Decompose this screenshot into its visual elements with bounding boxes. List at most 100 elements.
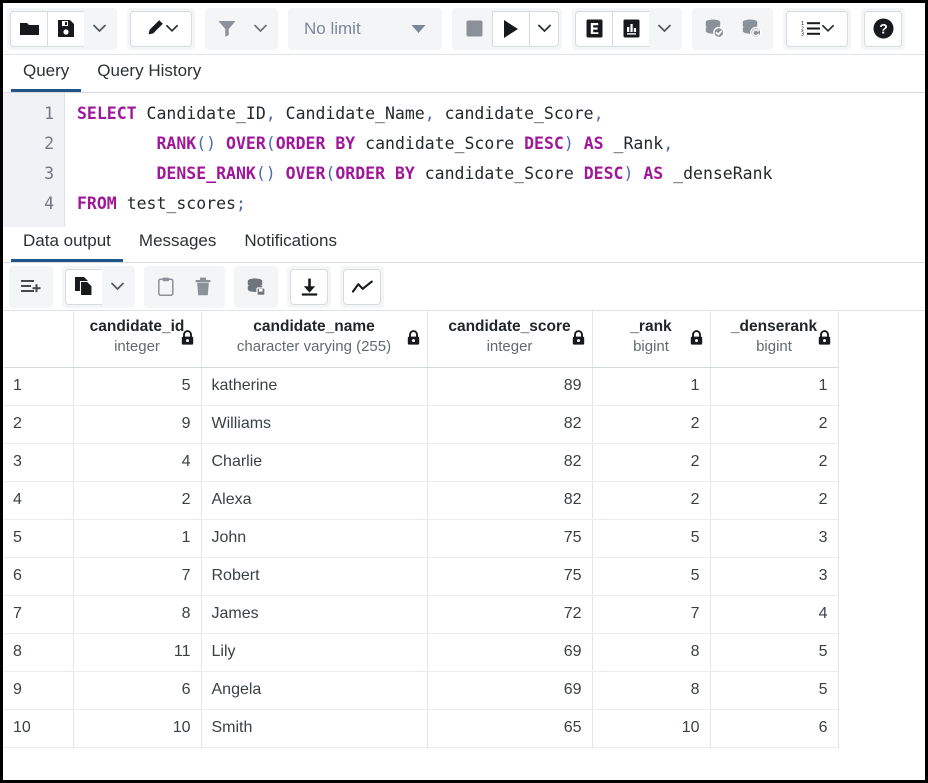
cell-_denserank[interactable]: 2 xyxy=(710,405,838,443)
save-options-dropdown[interactable] xyxy=(84,11,114,47)
cell-candidate_id[interactable]: 8 xyxy=(73,595,201,633)
cell-candidate_name[interactable]: Peter xyxy=(201,747,427,749)
cell-candidate_name[interactable]: John xyxy=(201,519,427,557)
execute-options-dropdown[interactable] xyxy=(529,11,559,47)
column-header-_rank[interactable]: _rankbigint xyxy=(592,311,710,367)
cell-_rank[interactable]: 5 xyxy=(592,519,710,557)
explain-options-dropdown[interactable] xyxy=(649,11,679,47)
row-number-header[interactable] xyxy=(3,311,73,367)
cell-candidate_name[interactable]: Robert xyxy=(201,557,427,595)
row-number-cell[interactable]: 3 xyxy=(3,443,73,481)
column-header-_denserank[interactable]: _denserankbigint xyxy=(710,311,838,367)
cell-candidate_id[interactable]: 2 xyxy=(73,481,201,519)
cell-_denserank[interactable]: 5 xyxy=(710,671,838,709)
cell-_rank[interactable]: 2 xyxy=(592,481,710,519)
row-number-cell[interactable]: 11 xyxy=(3,747,73,749)
cell-_rank[interactable]: 11 xyxy=(592,747,710,749)
delete-row-button[interactable] xyxy=(184,269,222,305)
cell-_denserank[interactable]: 5 xyxy=(710,633,838,671)
rollback-button[interactable] xyxy=(732,11,770,47)
row-number-cell[interactable]: 1 xyxy=(3,367,73,405)
cell-_rank[interactable]: 5 xyxy=(592,557,710,595)
tab-data-output[interactable]: Data output xyxy=(11,225,123,262)
cell-candidate_score[interactable]: 69 xyxy=(427,633,592,671)
cell-candidate_score[interactable]: 75 xyxy=(427,557,592,595)
cell-candidate_name[interactable]: Angela xyxy=(201,671,427,709)
cell-_rank[interactable]: 2 xyxy=(592,443,710,481)
cell-candidate_id[interactable]: 3 xyxy=(73,747,201,749)
tab-query-history[interactable]: Query History xyxy=(85,55,213,92)
tab-query[interactable]: Query xyxy=(11,55,81,92)
cell-_rank[interactable]: 7 xyxy=(592,595,710,633)
table-row[interactable]: 67Robert7553 xyxy=(3,557,838,595)
cell-candidate_id[interactable]: 9 xyxy=(73,405,201,443)
cell-candidate_id[interactable]: 10 xyxy=(73,709,201,747)
cell-candidate_score[interactable]: 82 xyxy=(427,443,592,481)
download-csv-button[interactable] xyxy=(290,269,328,305)
cell-candidate_name[interactable]: Smith xyxy=(201,709,427,747)
edit-button[interactable] xyxy=(130,11,192,47)
table-row[interactable]: 29Williams8222 xyxy=(3,405,838,443)
result-grid-container[interactable]: candidate_idintegercandidate_namecharact… xyxy=(3,311,925,749)
filter-options-dropdown[interactable] xyxy=(245,11,275,47)
tab-notifications[interactable]: Notifications xyxy=(232,225,349,262)
cell-candidate_score[interactable]: 82 xyxy=(427,481,592,519)
cell-_denserank[interactable]: 7 xyxy=(710,747,838,749)
open-file-button[interactable] xyxy=(10,11,48,47)
cell-candidate_score[interactable]: 89 xyxy=(427,367,592,405)
table-row[interactable]: 15katherine8911 xyxy=(3,367,838,405)
cell-candidate_id[interactable]: 1 xyxy=(73,519,201,557)
column-header-candidate_score[interactable]: candidate_scoreinteger xyxy=(427,311,592,367)
cell-candidate_name[interactable]: Williams xyxy=(201,405,427,443)
row-number-cell[interactable]: 10 xyxy=(3,709,73,747)
execute-query-button[interactable] xyxy=(492,11,530,47)
cell-_denserank[interactable]: 3 xyxy=(710,519,838,557)
tab-messages[interactable]: Messages xyxy=(127,225,228,262)
copy-options-dropdown[interactable] xyxy=(102,269,132,305)
row-number-cell[interactable]: 2 xyxy=(3,405,73,443)
cell-_denserank[interactable]: 2 xyxy=(710,481,838,519)
table-row[interactable]: 1010Smith65106 xyxy=(3,709,838,747)
table-row[interactable]: 42Alexa8222 xyxy=(3,481,838,519)
cell-_denserank[interactable]: 3 xyxy=(710,557,838,595)
sql-code-area[interactable]: SELECT Candidate_ID, Candidate_Name, can… xyxy=(65,93,925,227)
cell-_rank[interactable]: 10 xyxy=(592,709,710,747)
cell-candidate_score[interactable]: 82 xyxy=(427,405,592,443)
cell-_rank[interactable]: 8 xyxy=(592,633,710,671)
table-row[interactable]: 113Peter64117 xyxy=(3,747,838,749)
table-row[interactable]: 811Lily6985 xyxy=(3,633,838,671)
column-header-candidate_name[interactable]: candidate_namecharacter varying (255) xyxy=(201,311,427,367)
row-number-cell[interactable]: 8 xyxy=(3,633,73,671)
cell-candidate_name[interactable]: James xyxy=(201,595,427,633)
table-row[interactable]: 78James7274 xyxy=(3,595,838,633)
cell-_denserank[interactable]: 2 xyxy=(710,443,838,481)
save-data-changes-button[interactable] xyxy=(237,269,275,305)
cell-candidate_id[interactable]: 11 xyxy=(73,633,201,671)
graph-visualiser-button[interactable] xyxy=(343,269,381,305)
cell-candidate_id[interactable]: 6 xyxy=(73,671,201,709)
explain-analyze-button[interactable] xyxy=(612,11,650,47)
row-number-cell[interactable]: 4 xyxy=(3,481,73,519)
cell-candidate_score[interactable]: 64 xyxy=(427,747,592,749)
cell-candidate_id[interactable]: 7 xyxy=(73,557,201,595)
explain-button[interactable] xyxy=(575,11,613,47)
save-file-button[interactable] xyxy=(47,11,85,47)
add-row-button[interactable] xyxy=(12,269,50,305)
row-number-cell[interactable]: 9 xyxy=(3,671,73,709)
cell-_denserank[interactable]: 1 xyxy=(710,367,838,405)
table-row[interactable]: 51John7553 xyxy=(3,519,838,557)
cell-candidate_score[interactable]: 69 xyxy=(427,671,592,709)
stop-query-button[interactable] xyxy=(455,11,493,47)
row-number-cell[interactable]: 5 xyxy=(3,519,73,557)
cell-_rank[interactable]: 2 xyxy=(592,405,710,443)
copy-button[interactable] xyxy=(65,269,103,305)
column-header-candidate_id[interactable]: candidate_idinteger xyxy=(73,311,201,367)
help-button[interactable]: ? xyxy=(864,11,902,47)
cell-candidate_score[interactable]: 75 xyxy=(427,519,592,557)
cell-candidate_name[interactable]: Alexa xyxy=(201,481,427,519)
table-row[interactable]: 96Angela6985 xyxy=(3,671,838,709)
cell-_rank[interactable]: 8 xyxy=(592,671,710,709)
cell-candidate_id[interactable]: 4 xyxy=(73,443,201,481)
commit-button[interactable] xyxy=(695,11,733,47)
cell-_denserank[interactable]: 4 xyxy=(710,595,838,633)
